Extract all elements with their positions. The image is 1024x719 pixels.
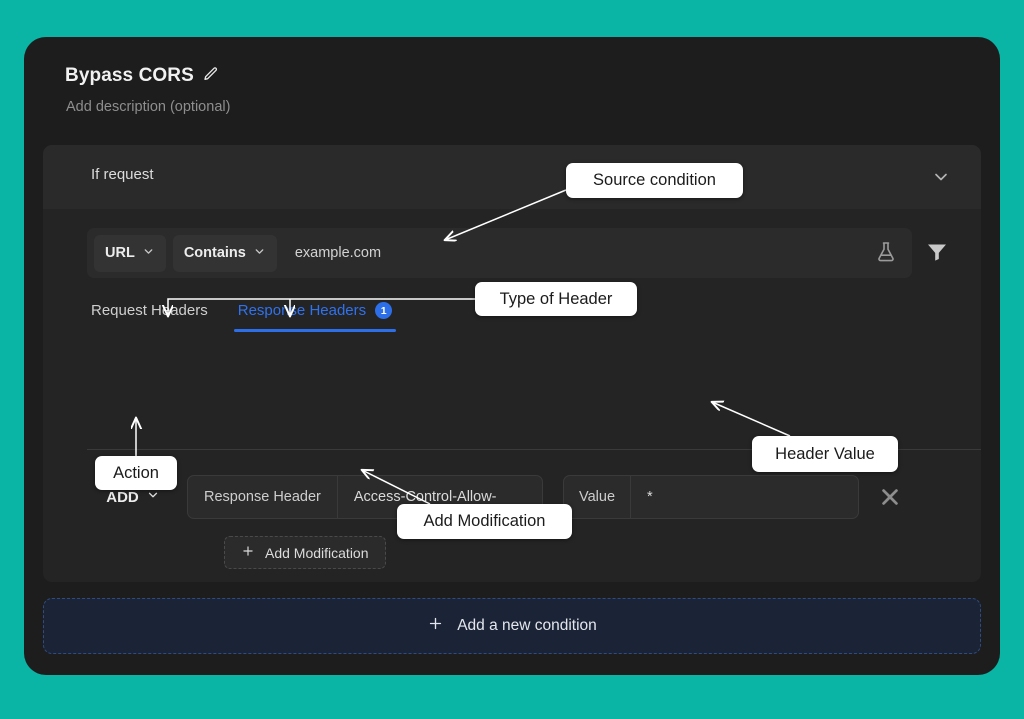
annotation-type-of-header: Type of Header: [475, 282, 637, 316]
tab-request-headers[interactable]: Request Headers: [87, 302, 212, 331]
source-value-input[interactable]: example.com: [295, 245, 381, 261]
annotation-action: Action: [95, 456, 177, 490]
rule-editor-card: Bypass CORS Add description (optional) I…: [24, 37, 1000, 675]
response-header-label: Response Header: [188, 476, 338, 518]
plus-icon: [241, 544, 255, 561]
close-icon[interactable]: [879, 486, 901, 508]
add-modification-button[interactable]: Add Modification: [224, 536, 386, 569]
value-label: Value: [564, 476, 632, 518]
add-new-condition-button[interactable]: Add a new condition: [43, 598, 981, 654]
operator-select[interactable]: Contains: [172, 234, 277, 272]
rule-description-placeholder[interactable]: Add description (optional): [66, 99, 230, 115]
funnel-icon[interactable]: [925, 240, 951, 266]
rule-title-row: Bypass CORS: [65, 65, 219, 87]
pencil-icon[interactable]: [203, 66, 219, 87]
chevron-down-icon: [146, 488, 160, 506]
add-condition-label: Add a new condition: [457, 617, 597, 634]
action-select[interactable]: ADD: [87, 488, 179, 506]
flask-icon[interactable]: [874, 240, 900, 266]
tab-label: Request Headers: [91, 302, 208, 319]
source-condition-row: URL Contains example.com: [87, 228, 912, 278]
annotation-header-value: Header Value: [752, 436, 898, 472]
annotation-source-condition: Source condition: [566, 163, 743, 198]
chevron-down-icon: [253, 245, 266, 262]
tab-badge: 1: [375, 302, 393, 319]
tab-response-headers[interactable]: Response Headers 1: [233, 302, 397, 332]
annotation-add-modification: Add Modification: [397, 504, 572, 539]
page-title: Bypass CORS: [65, 65, 194, 86]
add-modification-label: Add Modification: [265, 544, 369, 561]
tab-label: Response Headers: [237, 302, 367, 319]
operator-label: Contains: [183, 245, 246, 261]
chevron-down-icon[interactable]: [931, 167, 951, 187]
chevron-down-icon: [142, 245, 155, 262]
condition-header: If request: [43, 145, 981, 209]
header-value-field-group: Value *: [563, 475, 859, 519]
header-value-input[interactable]: *: [631, 476, 669, 518]
action-label: ADD: [106, 488, 139, 506]
if-request-label: If request: [91, 166, 154, 183]
url-type-select[interactable]: URL: [94, 234, 166, 272]
header-type-tabs: Request Headers Response Headers 1: [87, 302, 397, 332]
url-type-label: URL: [105, 245, 135, 261]
plus-icon: [427, 615, 444, 637]
